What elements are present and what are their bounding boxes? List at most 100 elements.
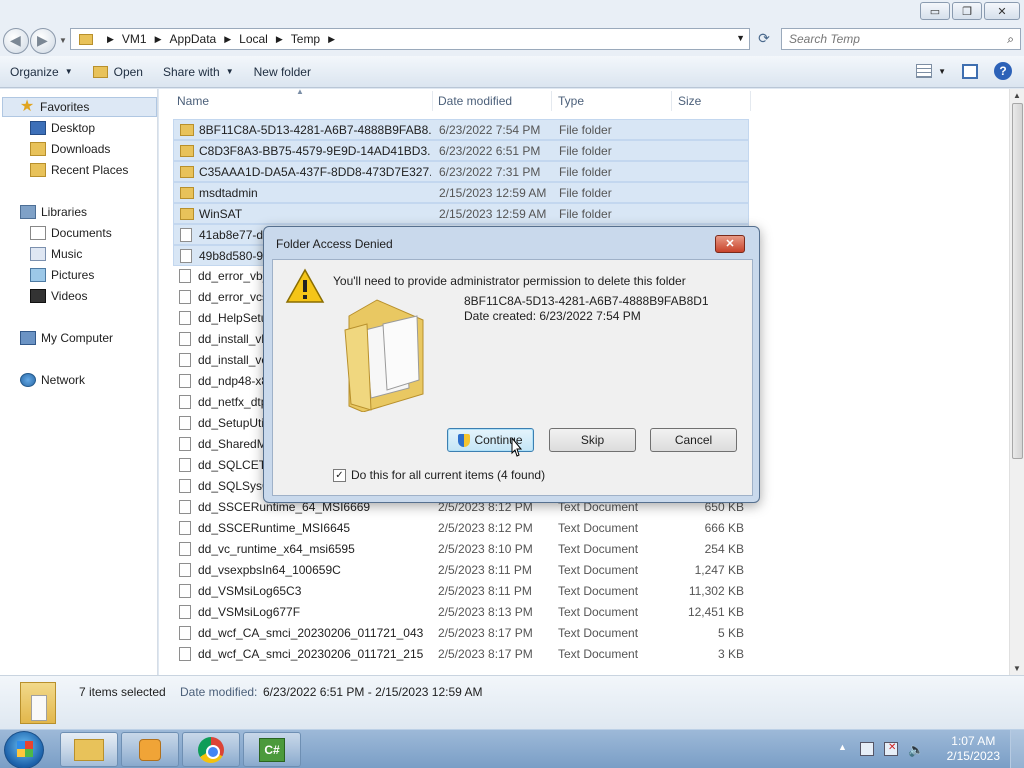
network-icon (20, 373, 36, 387)
file-date-modified: 2/5/2023 8:13 PM (438, 605, 533, 619)
help-icon[interactable]: ? (994, 62, 1012, 80)
clock[interactable]: 1:07 AM 2/15/2023 (947, 734, 1000, 764)
skip-button[interactable]: Skip (549, 428, 636, 452)
folder-icon (180, 187, 194, 199)
taskbar-chrome[interactable] (182, 732, 240, 767)
file-type: File folder (559, 186, 612, 200)
sidebar-item-documents[interactable]: Documents (30, 223, 112, 243)
search-icon[interactable]: ⌕ (1007, 32, 1014, 47)
sidebar-item-favorites[interactable]: ★ Favorites (2, 97, 157, 117)
cancel-button[interactable]: Cancel (650, 428, 737, 452)
file-icon (179, 563, 191, 577)
file-row[interactable]: dd_VSMsiLog65C3 2/5/2023 8:11 PM Text Docu… (173, 581, 749, 602)
computer-icon (20, 331, 36, 345)
file-type: File folder (559, 165, 612, 179)
sidebar-item-music[interactable]: Music (30, 244, 82, 264)
file-type: Text Document (558, 563, 639, 577)
file-row[interactable]: dd_vc_runtime_x64_msi6595 2/5/2023 8:10 P… (173, 539, 749, 560)
file-date-modified: 2/5/2023 8:17 PM (438, 626, 533, 640)
file-name: dd_VSMsiLog677F (198, 605, 301, 619)
taskbar-csharp[interactable]: C# (243, 732, 301, 767)
address-row: ◀ ▶ ▼ ▶ VM1 ▶ AppData ▶ Local ▶ Temp ▶ ▼ ⟳ S… (0, 24, 1024, 56)
action-center-icon[interactable] (860, 742, 874, 756)
show-hidden-icons-icon[interactable]: ▲ (838, 742, 847, 752)
back-button[interactable]: ◀ (3, 28, 29, 54)
column-header-type[interactable]: Type (540, 89, 660, 113)
folder-date-created: Date created: 6/23/2022 7:54 PM (464, 309, 641, 323)
folder-row[interactable]: C35AAA1D-DA5A-437F-8DD8-473D7E327... 6/23… (173, 161, 749, 182)
folder-row[interactable]: WinSAT 2/15/2023 12:59 AM File folder (173, 203, 749, 224)
date-modified-value: 6/23/2022 6:51 PM - 2/15/2023 12:59 AM (263, 685, 483, 699)
scroll-up-icon[interactable]: ▲ (1013, 91, 1021, 100)
new-folder-button[interactable]: New folder (244, 65, 321, 79)
sidebar-item-videos[interactable]: Videos (30, 286, 87, 306)
search-input[interactable]: Search Temp ⌕ (781, 28, 1021, 50)
taskbar-media-player[interactable] (121, 732, 179, 767)
file-row[interactable]: dd_SSCERuntime_MSI6645 2/5/2023 8:12 PM Te… (173, 518, 749, 539)
folder-row[interactable]: C8D3F8A3-BB75-4579-9E9D-14AD41BD3... 6/23… (173, 140, 749, 161)
checkbox-checked-icon[interactable]: ✓ (333, 468, 346, 482)
sidebar-item-my-computer[interactable]: My Computer (20, 328, 113, 348)
breadcrumb-item[interactable]: VM1 ▶ (122, 32, 170, 46)
breadcrumb-item[interactable]: AppData ▶ (170, 32, 240, 46)
column-header-name[interactable]: Name ▲ (159, 89, 433, 113)
folder-icon (180, 124, 194, 136)
file-row[interactable]: dd_VSMsiLog677F 2/5/2023 8:13 PM Text Docu… (173, 602, 749, 623)
column-header-date-modified[interactable]: Date modified (420, 89, 540, 113)
breadcrumb-item[interactable]: Local ▶ (239, 32, 291, 46)
file-icon (179, 479, 191, 493)
file-row[interactable]: dd_wcf_CA_smci_20230206_011721_043 2/5/20… (173, 623, 749, 644)
file-icon (179, 542, 191, 556)
folder-icon (180, 166, 194, 178)
scrollbar-thumb[interactable] (1012, 103, 1023, 459)
file-icon (179, 311, 191, 325)
taskbar-explorer[interactable] (60, 732, 118, 767)
column-divider[interactable] (750, 91, 751, 111)
change-view-icon[interactable] (916, 64, 933, 78)
sidebar-item-desktop[interactable]: Desktop (30, 118, 95, 138)
vertical-scrollbar[interactable]: ▲ ▼ (1009, 89, 1024, 675)
address-bar[interactable]: ▶ VM1 ▶ AppData ▶ Local ▶ Temp ▶ ▼ (70, 28, 750, 50)
breadcrumb-root-separator[interactable]: ▶ (99, 34, 122, 45)
file-date-modified: 6/23/2022 6:51 PM (439, 144, 541, 158)
sidebar-item-network[interactable]: Network (20, 370, 85, 390)
file-type: File folder (559, 207, 612, 221)
file-row[interactable]: dd_vsexpbsIn64_100659C 2/5/2023 8:11 PM Te… (173, 560, 749, 581)
show-desktop-button[interactable] (1010, 730, 1024, 768)
sidebar-item-recent-places[interactable]: Recent Places (30, 160, 128, 180)
minimize-button[interactable]: ▭ (920, 2, 950, 20)
breadcrumb-item[interactable]: Temp ▶ (291, 32, 343, 46)
network-status-icon[interactable] (884, 742, 898, 756)
file-row[interactable]: dd_wcf_CA_smci_20230206_011721_215 2/5/20… (173, 644, 749, 665)
volume-icon[interactable]: 🔈 (908, 742, 924, 757)
refresh-icon[interactable]: ⟳ (754, 30, 774, 50)
view-options-dropdown-icon[interactable]: ▼ (938, 67, 946, 76)
share-with-menu[interactable]: Share with ▼ (153, 65, 244, 79)
apply-to-all-checkbox[interactable]: ✓ Do this for all current items (4 found… (333, 468, 545, 482)
documents-icon (30, 226, 46, 240)
sidebar-item-libraries[interactable]: Libraries (20, 202, 87, 222)
media-player-icon (139, 738, 161, 761)
recent-pages-dropdown-icon[interactable]: ▼ (59, 36, 67, 45)
organize-menu[interactable]: Organize ▼ (0, 65, 83, 79)
column-header-size[interactable]: Size (660, 89, 740, 113)
sidebar-item-pictures[interactable]: Pictures (30, 265, 94, 285)
open-button[interactable]: Open (83, 65, 153, 79)
folder-row[interactable]: msdtadmin 2/15/2023 12:59 AM File folder (173, 182, 749, 203)
file-icon (179, 626, 191, 640)
forward-button[interactable]: ▶ (30, 28, 56, 54)
file-name: WinSAT (199, 207, 243, 221)
videos-icon (30, 289, 46, 303)
folder-row[interactable]: 8BF11C8A-5D13-4281-A6B7-4888B9FAB8... 6/2… (173, 119, 749, 140)
chevron-right-icon: ▶ (275, 33, 283, 44)
address-dropdown-icon[interactable]: ▼ (736, 33, 745, 43)
maximize-button[interactable]: ❐ (952, 2, 982, 20)
file-date-modified: 2/5/2023 8:17 PM (438, 647, 533, 661)
preview-pane-icon[interactable] (962, 63, 978, 79)
start-button[interactable] (4, 731, 44, 768)
dialog-close-button[interactable]: ✕ (715, 235, 745, 253)
scroll-down-icon[interactable]: ▼ (1013, 664, 1021, 673)
file-name: dd_VSMsiLog65C3 (198, 584, 302, 598)
close-window-button[interactable]: ✕ (984, 2, 1020, 20)
sidebar-item-downloads[interactable]: Downloads (30, 139, 110, 159)
